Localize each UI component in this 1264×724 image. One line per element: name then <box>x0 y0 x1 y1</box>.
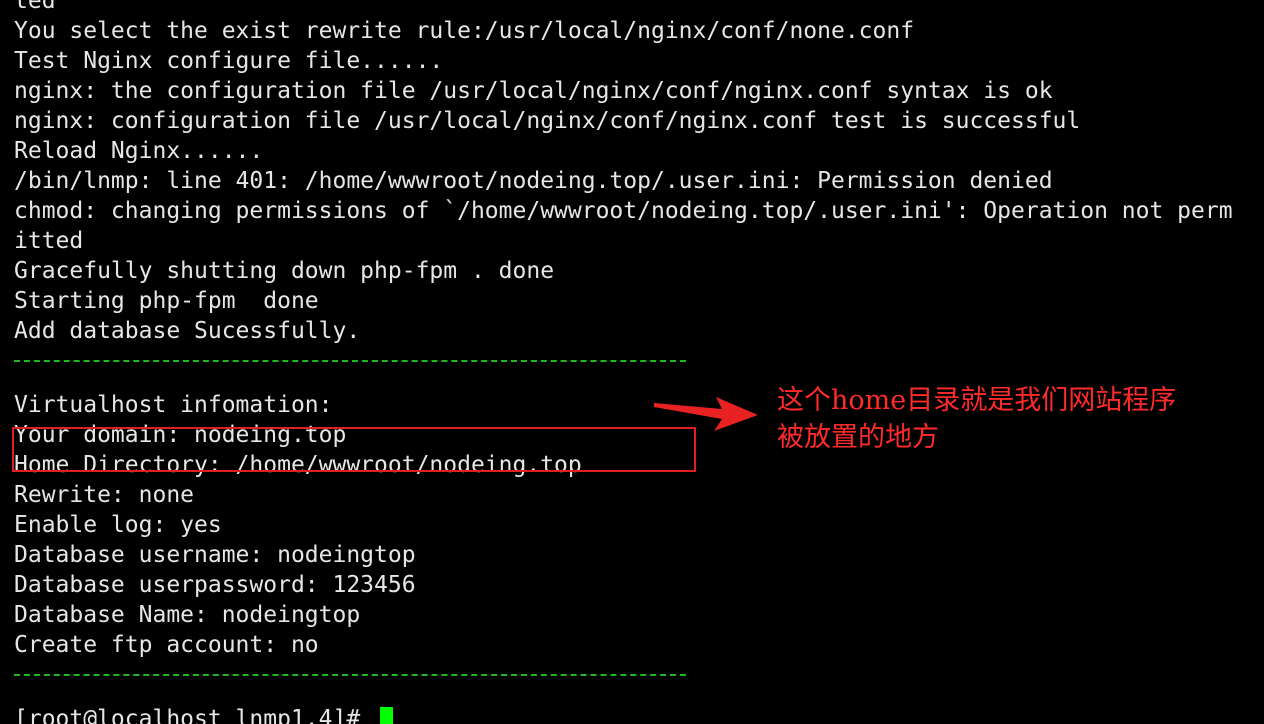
terminal-line: chmod: changing permissions of `/home/ww… <box>14 198 1233 224</box>
arrow-icon <box>654 397 758 431</box>
terminal-window[interactable]: ted You select the exist rewrite rule:/u… <box>0 0 1264 724</box>
terminal-line: Gracefully shutting down php-fpm . done <box>14 258 555 284</box>
terminal-line: /bin/lnmp: line 401: /home/wwwroot/nodei… <box>14 168 1053 194</box>
info-line: Create ftp account: no <box>14 632 319 658</box>
highlight-box <box>12 427 696 472</box>
separator-line <box>14 674 1233 704</box>
terminal-line: Test Nginx configure file...... <box>14 48 444 74</box>
terminal-line: nginx: the configuration file /usr/local… <box>14 78 1053 104</box>
terminal-line: Reload Nginx...... <box>14 138 264 164</box>
terminal-line: You select the exist rewrite rule:/usr/l… <box>14 18 915 44</box>
info-line: Rewrite: none <box>14 482 195 508</box>
info-line: Enable log: yes <box>14 512 222 538</box>
terminal-line: itted <box>14 228 84 254</box>
annotation-note: 这个home目录就是我们网站程序 被放置的地方 <box>777 382 1247 456</box>
terminal-line: ted <box>14 0 56 14</box>
terminal-line: nginx: configuration file /usr/local/ngi… <box>14 108 1081 134</box>
info-line: Database username: nodeingtop <box>14 542 416 568</box>
info-line: Database userpassword: 123456 <box>14 572 416 598</box>
terminal-line: Starting php-fpm done <box>14 288 319 314</box>
info-line: Database Name: nodeingtop <box>14 602 361 628</box>
cursor-icon <box>380 706 394 724</box>
command-prompt[interactable]: [root@localhost lnmp1.4]# <box>14 704 1233 724</box>
prompt-text: [root@localhost lnmp1.4]# <box>14 706 375 724</box>
annotation-line: 被放置的地方 <box>777 422 939 453</box>
terminal-output: ted You select the exist rewrite rule:/u… <box>14 0 1233 724</box>
annotation-line: 这个home目录就是我们网站程序 <box>777 385 1177 416</box>
terminal-line: Add database Sucessfully. <box>14 318 361 344</box>
